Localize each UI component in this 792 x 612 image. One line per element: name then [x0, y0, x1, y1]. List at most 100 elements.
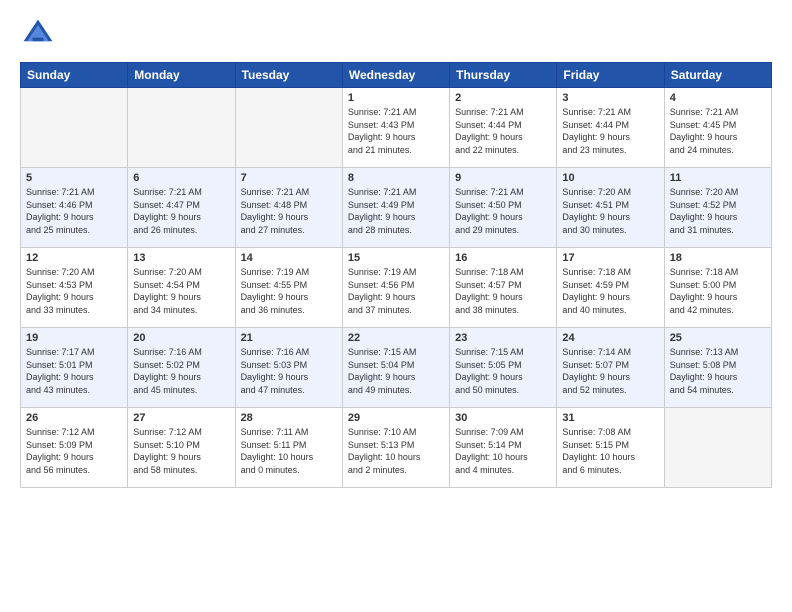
calendar-cell: 10Sunrise: 7:20 AM Sunset: 4:51 PM Dayli… [557, 168, 664, 248]
day-info: Sunrise: 7:18 AM Sunset: 5:00 PM Dayligh… [670, 266, 766, 316]
day-number: 8 [348, 172, 444, 184]
calendar-cell: 21 Sunrise: 7:16 AM Sunset: 5:03 PM Dayli… [235, 328, 342, 408]
calendar-cell: 19 Sunrise: 7:17 AM Sunset: 5:01 PM Dayli… [21, 328, 128, 408]
day-info: Sunrise: 7:16 AM Sunset: 5:03 PM Dayligh… [241, 346, 337, 396]
day-number: 5 [26, 172, 122, 184]
calendar-cell: 2 Sunrise: 7:21 AM Sunset: 4:44 PM Daylig… [450, 88, 557, 168]
calendar-cell: 7 Sunrise: 7:21 AM Sunset: 4:48 PM Daylig… [235, 168, 342, 248]
day-info: Sunrise: 7:19 AM Sunset: 4:56 PM Dayligh… [348, 266, 444, 316]
calendar-cell: 11 Sunrise: 7:20 AM Sunset: 4:52 PM Dayli… [664, 168, 771, 248]
day-number: 23 [455, 332, 551, 344]
calendar-cell [664, 408, 771, 488]
day-info: Sunrise: 7:11 AM Sunset: 5:11 PM Dayligh… [241, 426, 337, 476]
logo-icon [20, 16, 56, 52]
day-info: Sunrise: 7:21 AM Sunset: 4:43 PM Dayligh… [348, 106, 444, 156]
calendar-cell: 20 Sunrise: 7:16 AM Sunset: 5:02 PM Dayli… [128, 328, 235, 408]
weekday-header-wednesday: Wednesday [342, 63, 449, 88]
logo [20, 16, 60, 52]
day-number: 2 [455, 92, 551, 104]
day-number: 30 [455, 412, 551, 424]
day-number: 28 [241, 412, 337, 424]
calendar-cell: 3 Sunrise: 7:21 AM Sunset: 4:44 PM Daylig… [557, 88, 664, 168]
day-number: 6 [133, 172, 229, 184]
day-number: 20 [133, 332, 229, 344]
day-info: Sunrise: 7:09 AM Sunset: 5:14 PM Dayligh… [455, 426, 551, 476]
day-number: 31 [562, 412, 658, 424]
weekday-header-row: SundayMondayTuesdayWednesdayThursdayFrid… [21, 63, 772, 88]
calendar-cell [235, 88, 342, 168]
day-number: 21 [241, 332, 337, 344]
calendar-cell: 18 Sunrise: 7:18 AM Sunset: 5:00 PM Dayli… [664, 248, 771, 328]
day-info: Sunrise: 7:10 AM Sunset: 5:13 PM Dayligh… [348, 426, 444, 476]
weekday-header-tuesday: Tuesday [235, 63, 342, 88]
day-info: Sunrise: 7:21 AM Sunset: 4:44 PM Dayligh… [562, 106, 658, 156]
calendar-cell: 13 Sunrise: 7:20 AM Sunset: 4:54 PM Dayli… [128, 248, 235, 328]
calendar-cell: 23 Sunrise: 7:15 AM Sunset: 5:05 PM Dayli… [450, 328, 557, 408]
day-info: Sunrise: 7:08 AM Sunset: 5:15 PM Dayligh… [562, 426, 658, 476]
day-info: Sunrise: 7:14 AM Sunset: 5:07 PM Dayligh… [562, 346, 658, 396]
calendar-cell: 22Sunrise: 7:15 AM Sunset: 5:04 PM Dayli… [342, 328, 449, 408]
day-info: Sunrise: 7:12 AM Sunset: 5:09 PM Dayligh… [26, 426, 122, 476]
weekday-header-saturday: Saturday [664, 63, 771, 88]
calendar-cell: 6 Sunrise: 7:21 AM Sunset: 4:47 PM Daylig… [128, 168, 235, 248]
day-info: Sunrise: 7:21 AM Sunset: 4:50 PM Dayligh… [455, 186, 551, 236]
day-info: Sunrise: 7:21 AM Sunset: 4:44 PM Dayligh… [455, 106, 551, 156]
day-number: 29 [348, 412, 444, 424]
day-info: Sunrise: 7:18 AM Sunset: 4:57 PM Dayligh… [455, 266, 551, 316]
calendar-cell: 8 Sunrise: 7:21 AM Sunset: 4:49 PM Daylig… [342, 168, 449, 248]
calendar-cell: 24Sunrise: 7:14 AM Sunset: 5:07 PM Dayli… [557, 328, 664, 408]
calendar-cell: 12 Sunrise: 7:20 AM Sunset: 4:53 PM Dayli… [21, 248, 128, 328]
day-info: Sunrise: 7:12 AM Sunset: 5:10 PM Dayligh… [133, 426, 229, 476]
calendar-cell: 14 Sunrise: 7:19 AM Sunset: 4:55 PM Dayli… [235, 248, 342, 328]
day-info: Sunrise: 7:21 AM Sunset: 4:45 PM Dayligh… [670, 106, 766, 156]
day-info: Sunrise: 7:20 AM Sunset: 4:52 PM Dayligh… [670, 186, 766, 236]
page: SundayMondayTuesdayWednesdayThursdayFrid… [0, 0, 792, 612]
day-number: 11 [670, 172, 766, 184]
day-number: 3 [562, 92, 658, 104]
calendar-cell: 30 Sunrise: 7:09 AM Sunset: 5:14 PM Dayli… [450, 408, 557, 488]
day-info: Sunrise: 7:21 AM Sunset: 4:49 PM Dayligh… [348, 186, 444, 236]
day-number: 13 [133, 252, 229, 264]
day-number: 14 [241, 252, 337, 264]
week-row-1: 1Sunrise: 7:21 AM Sunset: 4:43 PM Daylig… [21, 88, 772, 168]
day-info: Sunrise: 7:21 AM Sunset: 4:47 PM Dayligh… [133, 186, 229, 236]
day-number: 9 [455, 172, 551, 184]
day-number: 27 [133, 412, 229, 424]
day-number: 7 [241, 172, 337, 184]
calendar-cell: 15 Sunrise: 7:19 AM Sunset: 4:56 PM Dayli… [342, 248, 449, 328]
day-info: Sunrise: 7:20 AM Sunset: 4:53 PM Dayligh… [26, 266, 122, 316]
week-row-5: 26 Sunrise: 7:12 AM Sunset: 5:09 PM Dayli… [21, 408, 772, 488]
day-number: 18 [670, 252, 766, 264]
calendar-cell: 28 Sunrise: 7:11 AM Sunset: 5:11 PM Dayli… [235, 408, 342, 488]
calendar-table: SundayMondayTuesdayWednesdayThursdayFrid… [20, 62, 772, 488]
weekday-header-sunday: Sunday [21, 63, 128, 88]
day-info: Sunrise: 7:21 AM Sunset: 4:48 PM Dayligh… [241, 186, 337, 236]
calendar-cell [128, 88, 235, 168]
calendar-cell: 5Sunrise: 7:21 AM Sunset: 4:46 PM Daylig… [21, 168, 128, 248]
day-number: 19 [26, 332, 122, 344]
day-info: Sunrise: 7:16 AM Sunset: 5:02 PM Dayligh… [133, 346, 229, 396]
day-number: 25 [670, 332, 766, 344]
day-info: Sunrise: 7:15 AM Sunset: 5:05 PM Dayligh… [455, 346, 551, 396]
weekday-header-friday: Friday [557, 63, 664, 88]
day-number: 17 [562, 252, 658, 264]
day-info: Sunrise: 7:17 AM Sunset: 5:01 PM Dayligh… [26, 346, 122, 396]
calendar-cell [21, 88, 128, 168]
weekday-header-thursday: Thursday [450, 63, 557, 88]
week-row-2: 5Sunrise: 7:21 AM Sunset: 4:46 PM Daylig… [21, 168, 772, 248]
day-number: 22 [348, 332, 444, 344]
day-info: Sunrise: 7:18 AM Sunset: 4:59 PM Dayligh… [562, 266, 658, 316]
calendar-cell: 4Sunrise: 7:21 AM Sunset: 4:45 PM Daylig… [664, 88, 771, 168]
calendar-cell: 17 Sunrise: 7:18 AM Sunset: 4:59 PM Dayli… [557, 248, 664, 328]
day-number: 16 [455, 252, 551, 264]
day-info: Sunrise: 7:20 AM Sunset: 4:51 PM Dayligh… [562, 186, 658, 236]
day-info: Sunrise: 7:19 AM Sunset: 4:55 PM Dayligh… [241, 266, 337, 316]
day-info: Sunrise: 7:20 AM Sunset: 4:54 PM Dayligh… [133, 266, 229, 316]
day-info: Sunrise: 7:13 AM Sunset: 5:08 PM Dayligh… [670, 346, 766, 396]
calendar-cell: 26 Sunrise: 7:12 AM Sunset: 5:09 PM Dayli… [21, 408, 128, 488]
calendar-cell: 29 Sunrise: 7:10 AM Sunset: 5:13 PM Dayli… [342, 408, 449, 488]
day-number: 12 [26, 252, 122, 264]
header [20, 16, 772, 52]
day-number: 15 [348, 252, 444, 264]
day-number: 26 [26, 412, 122, 424]
